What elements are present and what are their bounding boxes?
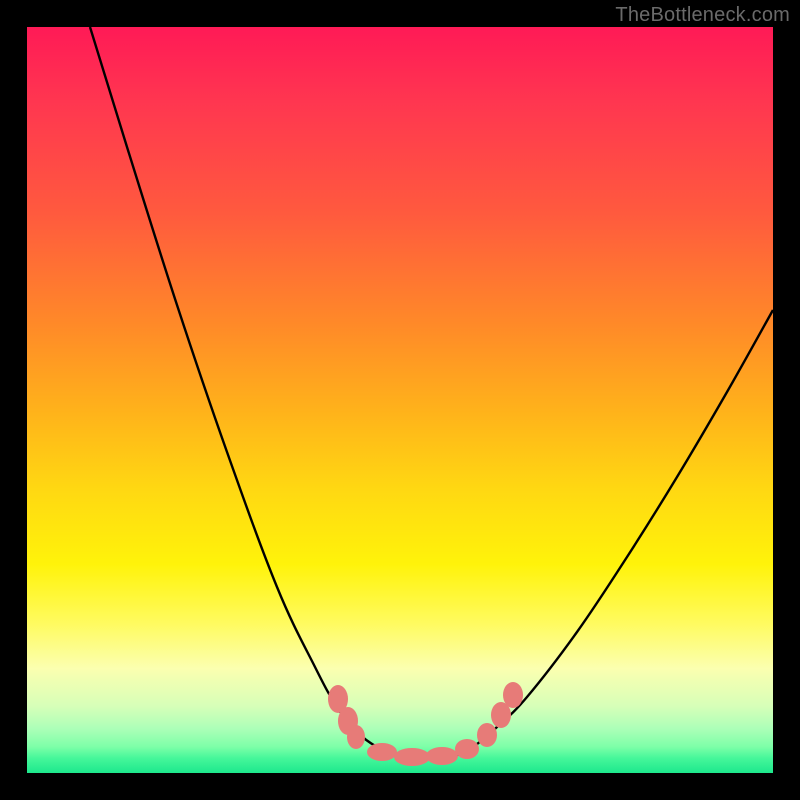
marker-dot <box>367 743 397 761</box>
bottleneck-curve <box>90 27 773 759</box>
marker-dot <box>477 723 497 747</box>
marker-dot <box>347 725 365 749</box>
watermark-text: TheBottleneck.com <box>615 4 790 27</box>
plot-area <box>27 27 773 773</box>
marker-dot <box>426 747 458 765</box>
marker-dot <box>455 739 479 759</box>
marker-dot <box>503 682 523 708</box>
marker-dot <box>394 748 430 766</box>
chart-frame: TheBottleneck.com <box>0 0 800 800</box>
curve-markers <box>328 682 523 766</box>
curve-layer <box>27 27 773 773</box>
